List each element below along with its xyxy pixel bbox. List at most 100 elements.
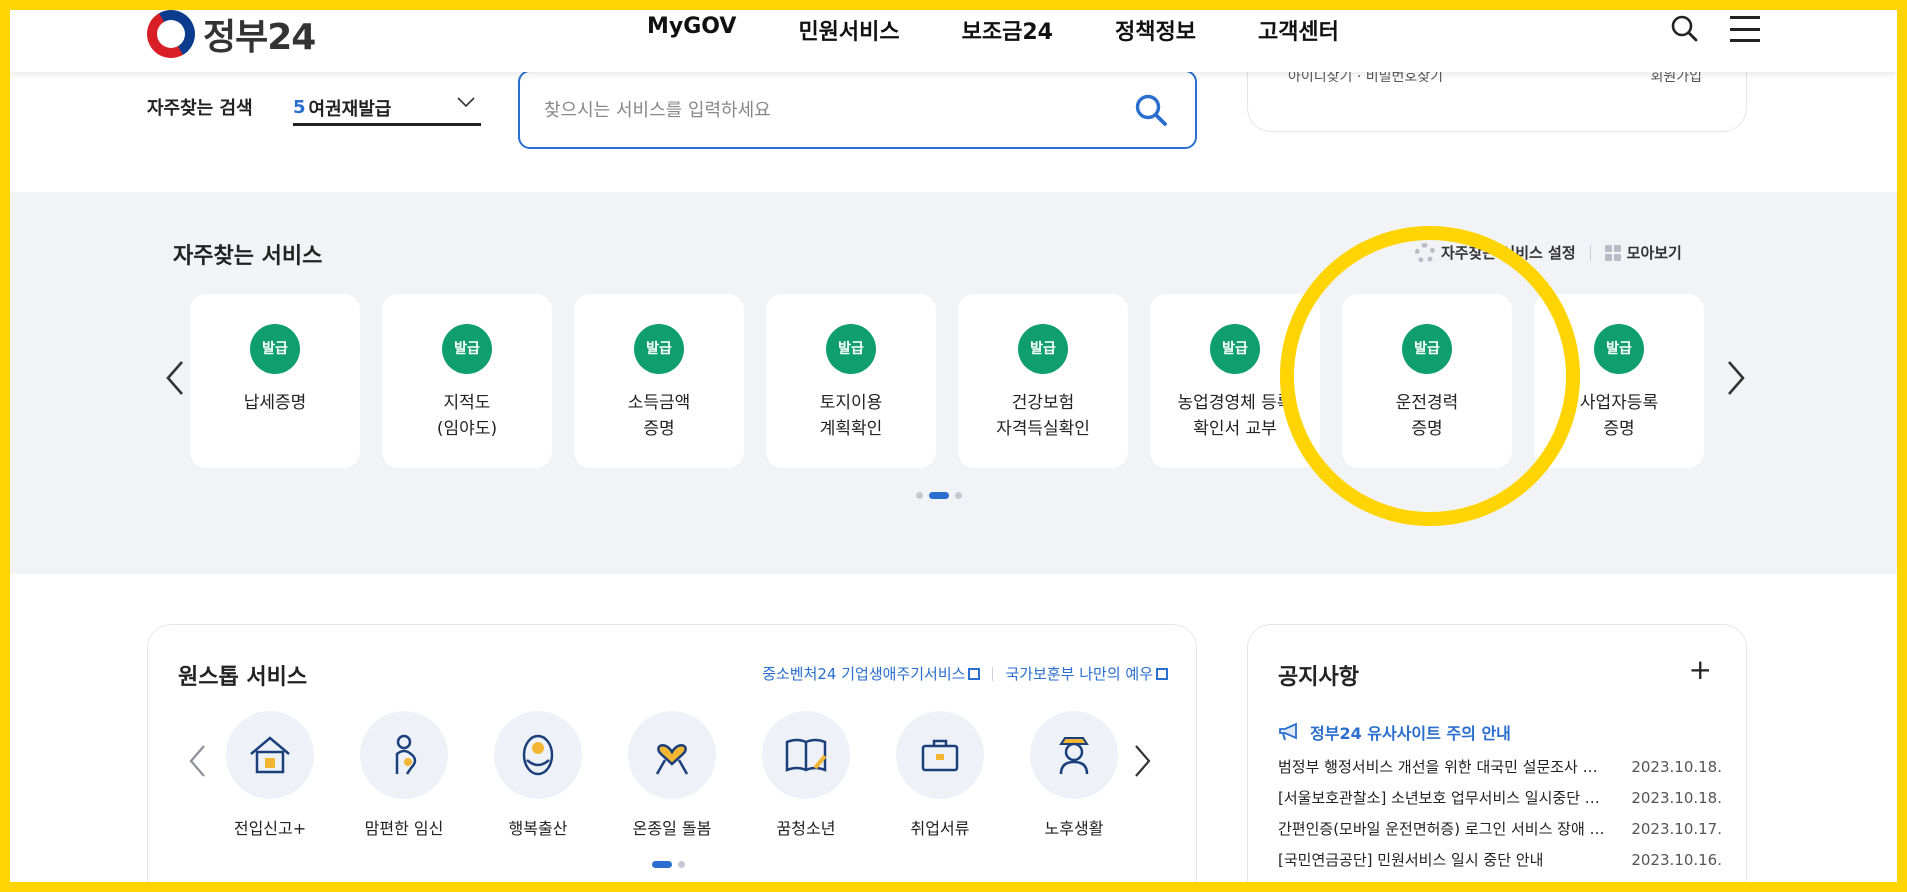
one-stop-item[interactable]: 노후생활 xyxy=(1030,711,1118,839)
megaphone-icon xyxy=(1279,722,1297,741)
service-card[interactable]: 발급 건강보험 자격득실확인 xyxy=(958,294,1128,468)
service-card[interactable]: 발급 지적도 (임야도) xyxy=(382,294,552,468)
logo-text: 정부24 xyxy=(203,17,316,58)
notice-title: [국민연금공단] 민원서비스 일시 중단 안내 xyxy=(1278,851,1544,869)
one-stop-item[interactable]: 온종일 돌봄 xyxy=(628,711,716,839)
external-link-icon xyxy=(968,668,981,680)
service-card[interactable]: 발급 운전경력 증명 xyxy=(1342,294,1512,468)
view-all-button[interactable]: 모아보기 xyxy=(1604,242,1682,263)
external-link-icon xyxy=(1156,668,1168,680)
frequent-search-rank: 5 xyxy=(293,97,306,118)
one-stop-label: 전입신고+ xyxy=(233,819,307,838)
section-title: 원스톱 서비스 xyxy=(178,665,308,690)
pagination-dot[interactable] xyxy=(916,492,923,499)
external-link[interactable]: 중소벤처24 기업생애주기서비스 xyxy=(762,663,981,684)
site-header: 정부24 MyGOV 민원서비스 보조금24 정책정보 고객센터 xyxy=(10,0,1897,72)
taegeuk-logo-icon xyxy=(147,10,195,58)
pagination-dot-active[interactable] xyxy=(652,861,672,868)
one-stop-item[interactable]: 꿈청소년 xyxy=(762,711,850,839)
notice-date: 2023.10.16. xyxy=(1631,850,1722,869)
pagination-dot[interactable] xyxy=(678,861,685,868)
ribbon-heart-icon xyxy=(628,711,716,799)
search-icon[interactable] xyxy=(1670,14,1698,42)
notice-panel: 공지사항 + 정부24 유사사이트 주의 안내 범정부 행정서비스 개선을 위한… xyxy=(1247,624,1747,892)
notice-item[interactable]: 범정부 행정서비스 개선을 위한 대국민 설문조사 … 2023.10.18. xyxy=(1278,751,1722,782)
notice-item[interactable]: [서울보호관찰소] 소년보호 업무서비스 일시중단 … 2023.10.18. xyxy=(1278,782,1722,813)
gear-icon xyxy=(1415,242,1435,263)
frequent-search-dropdown[interactable]: 5 여권재발급 xyxy=(293,92,481,126)
one-stop-carousel: 전입신고+ 맘편한 임신 행복출산 온종일 돌봄 꿈청소년 취업서류 노후생활 xyxy=(226,711,1118,839)
nav-item-support[interactable]: 고객센터 xyxy=(1258,14,1339,46)
notice-item[interactable]: [국민연금공단] 민원서비스 일시 중단 안내 2023.10.16. xyxy=(1278,844,1722,875)
service-card[interactable]: 발급 납세증명 xyxy=(190,294,360,468)
nav-item-policy[interactable]: 정책정보 xyxy=(1115,14,1196,46)
frequent-search-value: 여권재발급 xyxy=(308,98,392,120)
one-stop-item[interactable]: 맘편한 임신 xyxy=(360,711,448,839)
nav-item-civil-service[interactable]: 민원서비스 xyxy=(798,14,899,46)
divider xyxy=(992,666,994,681)
chevron-left-icon[interactable] xyxy=(186,743,208,779)
chevron-right-icon[interactable] xyxy=(1132,743,1154,779)
service-card[interactable]: 발급 토지이용 계획확인 xyxy=(766,294,936,468)
service-card-label: 소득금액 증명 xyxy=(627,393,691,439)
one-stop-item[interactable]: 취업서류 xyxy=(896,711,984,839)
settings-label: 자주찾는 서비스 설정 xyxy=(1441,244,1576,262)
house-icon xyxy=(226,711,314,799)
issue-badge: 발급 xyxy=(442,324,492,374)
chevron-down-icon xyxy=(457,97,475,108)
one-stop-item[interactable]: 전입신고+ xyxy=(226,711,314,839)
section-title: 자주찾는 서비스 xyxy=(173,244,323,269)
frequent-search-label: 자주찾는 검색 xyxy=(147,98,253,119)
baby-icon xyxy=(494,711,582,799)
one-stop-services-panel: 원스톱 서비스 중소벤처24 기업생애주기서비스 국가보훈부 나만의 예우 전입… xyxy=(147,624,1197,892)
frequent-services-tools: 자주찾는 서비스 설정 모아보기 xyxy=(1415,242,1682,263)
one-stop-label: 취업서류 xyxy=(910,819,970,838)
gov24-logo[interactable]: 정부24 xyxy=(147,8,316,60)
service-card[interactable]: 발급 사업자등록 증명 xyxy=(1534,294,1704,468)
search-section: 자주찾는 검색 5 여권재발급 아이디찾기 · 비밀번호찾기 회원가입 xyxy=(10,42,1897,192)
warning-notice-link[interactable]: 정부24 유사사이트 주의 안내 xyxy=(1278,720,1511,744)
external-links: 중소벤처24 기업생애주기서비스 국가보훈부 나만의 예우 xyxy=(762,663,1168,684)
service-card-label: 사업자등록 증명 xyxy=(1579,393,1659,439)
search-submit-icon[interactable] xyxy=(1133,92,1169,128)
nav-item-subsidy[interactable]: 보조금24 xyxy=(962,14,1053,46)
one-stop-label: 온종일 돌봄 xyxy=(632,819,712,838)
warning-notice-text: 정부24 유사사이트 주의 안내 xyxy=(1310,724,1511,743)
frequent-settings-button[interactable]: 자주찾는 서비스 설정 xyxy=(1415,242,1576,263)
section-title: 공지사항 xyxy=(1278,665,1359,690)
elderly-person-icon xyxy=(1030,711,1118,799)
chevron-right-icon[interactable] xyxy=(1723,358,1749,398)
service-card-label: 토지이용 계획확인 xyxy=(819,393,883,439)
pagination-dot-active[interactable] xyxy=(929,492,949,499)
carousel-pagination xyxy=(916,492,962,499)
service-card[interactable]: 발급 농업경영체 등록 확인서 교부 xyxy=(1150,294,1320,468)
pagination-dot[interactable] xyxy=(955,492,962,499)
service-card[interactable]: 발급 소득금액 증명 xyxy=(574,294,744,468)
issue-badge: 발급 xyxy=(1210,324,1260,374)
issue-badge: 발급 xyxy=(1594,324,1644,374)
notice-item[interactable]: 간편인증(모바일 운전면허증) 로그인 서비스 장애 … 2023.10.17. xyxy=(1278,813,1722,844)
view-all-label: 모아보기 xyxy=(1626,244,1682,262)
notice-list: 범정부 행정서비스 개선을 위한 대국민 설문조사 … 2023.10.18. … xyxy=(1278,751,1722,875)
open-book-icon xyxy=(762,711,850,799)
one-stop-label: 꿈청소년 xyxy=(776,819,836,838)
pregnant-person-icon xyxy=(360,711,448,799)
one-stop-label: 행복출산 xyxy=(508,819,568,838)
hamburger-menu-icon[interactable] xyxy=(1730,16,1760,42)
one-stop-item[interactable]: 행복출산 xyxy=(494,711,582,839)
external-link[interactable]: 국가보훈부 나만의 예우 xyxy=(1005,663,1168,684)
frequent-service-carousel: 발급 납세증명 발급 지적도 (임야도) 발급 소득금액 증명 발급 토지이용 … xyxy=(190,294,1704,468)
frequent-services-section: 자주찾는 서비스 자주찾는 서비스 설정 모아보기 발급 납세증명 발급 지적도… xyxy=(10,192,1897,574)
search-input[interactable] xyxy=(544,92,1104,128)
issue-badge: 발급 xyxy=(250,324,300,374)
one-stop-label: 맘편한 임신 xyxy=(364,819,444,838)
nav-item-mygov[interactable]: MyGOV xyxy=(647,14,736,46)
plus-icon[interactable]: + xyxy=(1689,653,1712,686)
one-stop-label: 노후생활 xyxy=(1044,819,1104,838)
service-card-label: 지적도 (임야도) xyxy=(436,393,498,439)
grid-icon xyxy=(1604,244,1621,261)
issue-badge: 발급 xyxy=(1018,324,1068,374)
main-nav: MyGOV 민원서비스 보조금24 정책정보 고객센터 xyxy=(647,14,1339,46)
chevron-left-icon[interactable] xyxy=(162,358,188,398)
divider xyxy=(1589,244,1591,261)
